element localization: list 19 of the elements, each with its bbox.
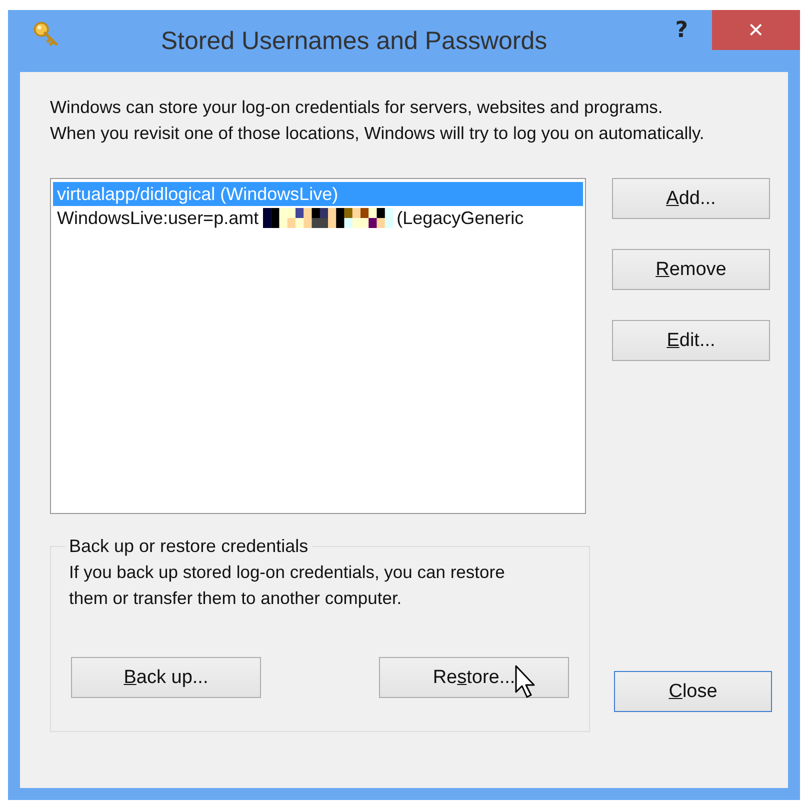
dialog-button[interactable]: Edit...	[612, 320, 770, 361]
intro-text: Windows can store your log-on credentials for servers, websites and programs. When you revisit one of those locations, Windows will try to log you on automatically.	[50, 96, 706, 145]
backup-description: If you back up stored log-on credentials, you can restore them or transfer them to another computer.	[69, 561, 506, 610]
credential-text: (LegacyGeneric	[396, 208, 524, 228]
help-button[interactable]: ?	[675, 18, 688, 43]
dialog-button[interactable]: Restore...	[379, 657, 569, 698]
credential-text: virtualapp/didlogical (WindowsLive)	[57, 184, 338, 204]
window-title: Stored Usernames and Passwords	[160, 26, 548, 56]
credential-item[interactable]: WindowsLive:user=p.amt (LegacyGeneric	[53, 206, 583, 230]
dialog-button[interactable]: Remove	[612, 249, 770, 290]
close-dialog-button[interactable]: Close	[614, 671, 772, 712]
dialog-button[interactable]: Add...	[612, 178, 770, 219]
dialog-button[interactable]: Back up...	[71, 657, 261, 698]
credential-text: WindowsLive:user=p.amt	[57, 208, 259, 228]
credentials-list[interactable]: virtualapp/didlogical (WindowsLive) WindowsLive:user=p.amt (LegacyGeneric	[50, 178, 586, 514]
cursor-icon	[515, 665, 537, 699]
key-icon	[32, 20, 60, 48]
close-button[interactable]: ✕	[712, 10, 800, 50]
group-title: Back up or restore credentials	[68, 536, 310, 557]
